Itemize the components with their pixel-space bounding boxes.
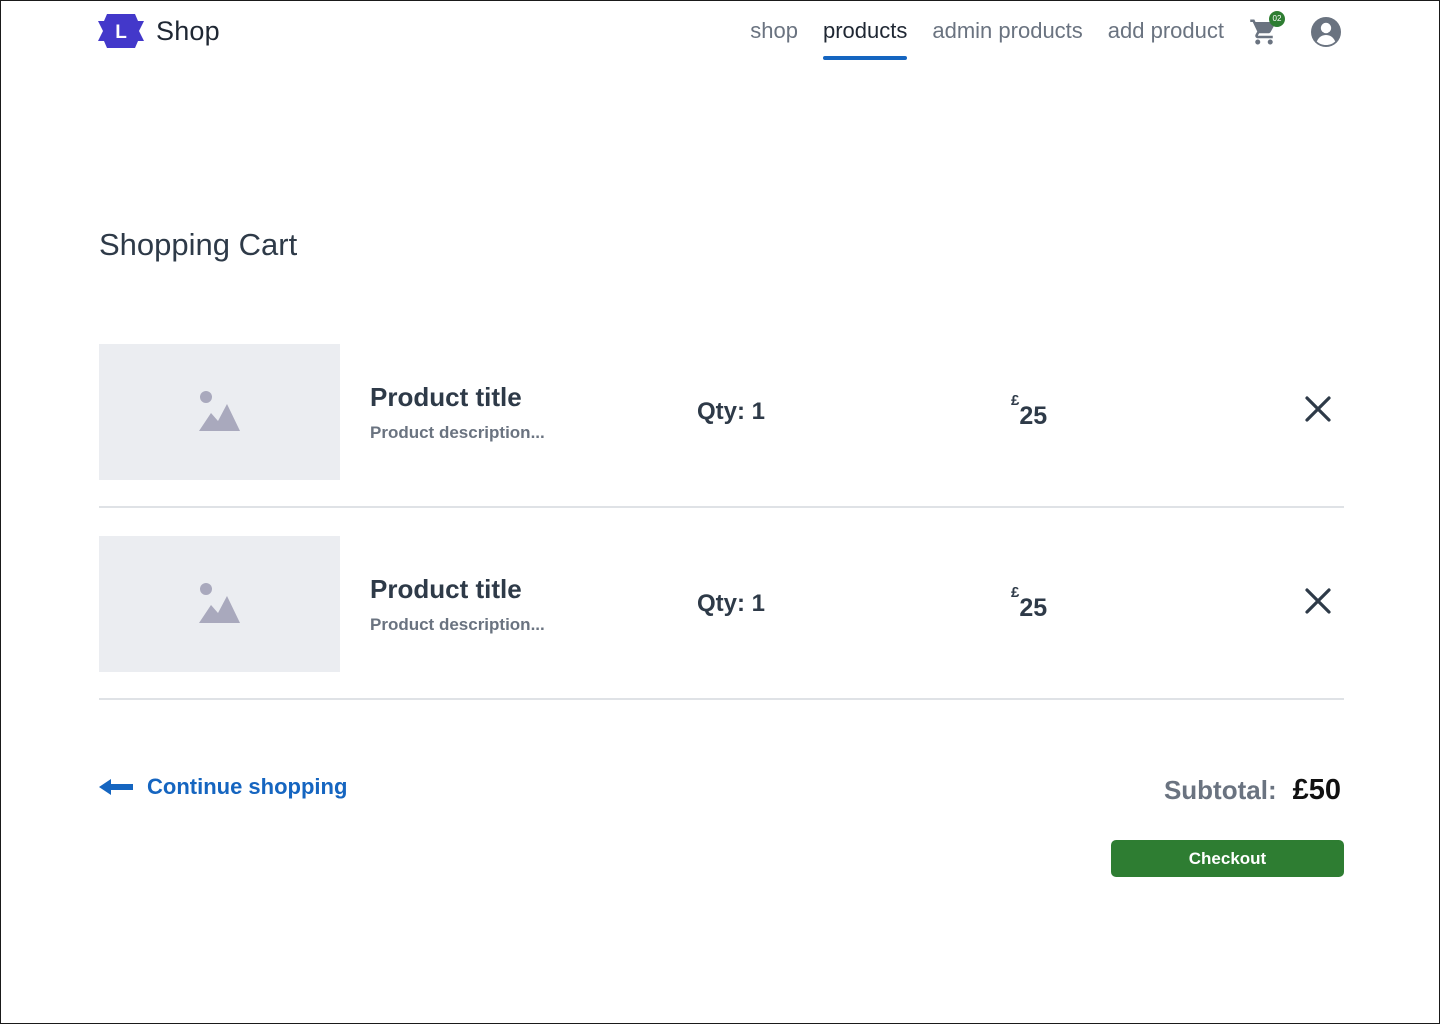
cart-item: Product title Product description... Qty… <box>99 536 1344 700</box>
page-title: Shopping Cart <box>99 227 298 262</box>
subtotal: Subtotal: £50 <box>1164 774 1341 807</box>
product-title: Product title <box>370 382 522 412</box>
subtotal-label: Subtotal: <box>1163 775 1277 805</box>
main-nav: shop products admin products add product <box>725 15 1224 60</box>
cart-item: Product title Product description... Qty… <box>99 344 1344 508</box>
product-title: Product title <box>370 574 522 604</box>
product-quantity: Qty: 1 <box>697 590 766 617</box>
product-description: Product description... <box>370 423 545 442</box>
user-icon <box>1311 17 1341 47</box>
product-description: Product description... <box>370 615 545 634</box>
brand[interactable]: L Shop <box>98 13 220 49</box>
product-image-placeholder <box>99 344 340 480</box>
remove-item-button[interactable] <box>1303 586 1333 616</box>
cart-items-list: Product title Product description... Qty… <box>99 344 1344 700</box>
logo-icon: L <box>98 14 144 48</box>
product-price: £25 <box>1011 392 1047 430</box>
logo-letter: L <box>115 22 127 43</box>
brand-name: Shop <box>156 15 220 46</box>
product-price: £25 <box>1011 584 1047 622</box>
close-icon <box>1305 588 1331 614</box>
close-icon <box>1305 396 1331 422</box>
nav-admin-products[interactable]: admin products <box>932 15 1082 47</box>
nav-add-product[interactable]: add product <box>1108 15 1224 47</box>
price-amount: 25 <box>1019 594 1048 622</box>
continue-shopping-label: Continue shopping <box>147 774 348 799</box>
arrow-left-icon <box>99 779 133 795</box>
continue-shopping-link[interactable]: Continue shopping <box>99 774 347 800</box>
account-button[interactable] <box>1310 16 1342 48</box>
remove-item-button[interactable] <box>1303 394 1333 424</box>
cart-button[interactable]: 02 <box>1249 11 1285 51</box>
nav-products[interactable]: products <box>822 15 908 60</box>
top-header: L Shop shop products admin products add … <box>1 1 1439 63</box>
app-frame: L Shop shop products admin products add … <box>0 0 1440 1024</box>
product-quantity: Qty: 1 <box>697 398 766 425</box>
subtotal-value: £50 <box>1292 774 1341 806</box>
image-placeholder-icon <box>198 583 240 623</box>
product-image-placeholder <box>99 536 340 672</box>
cart-count-badge: 02 <box>1269 11 1285 27</box>
nav-shop[interactable]: shop <box>750 15 798 47</box>
checkout-button[interactable]: Checkout <box>1111 840 1344 877</box>
price-amount: 25 <box>1019 402 1048 430</box>
image-placeholder-icon <box>198 391 240 431</box>
